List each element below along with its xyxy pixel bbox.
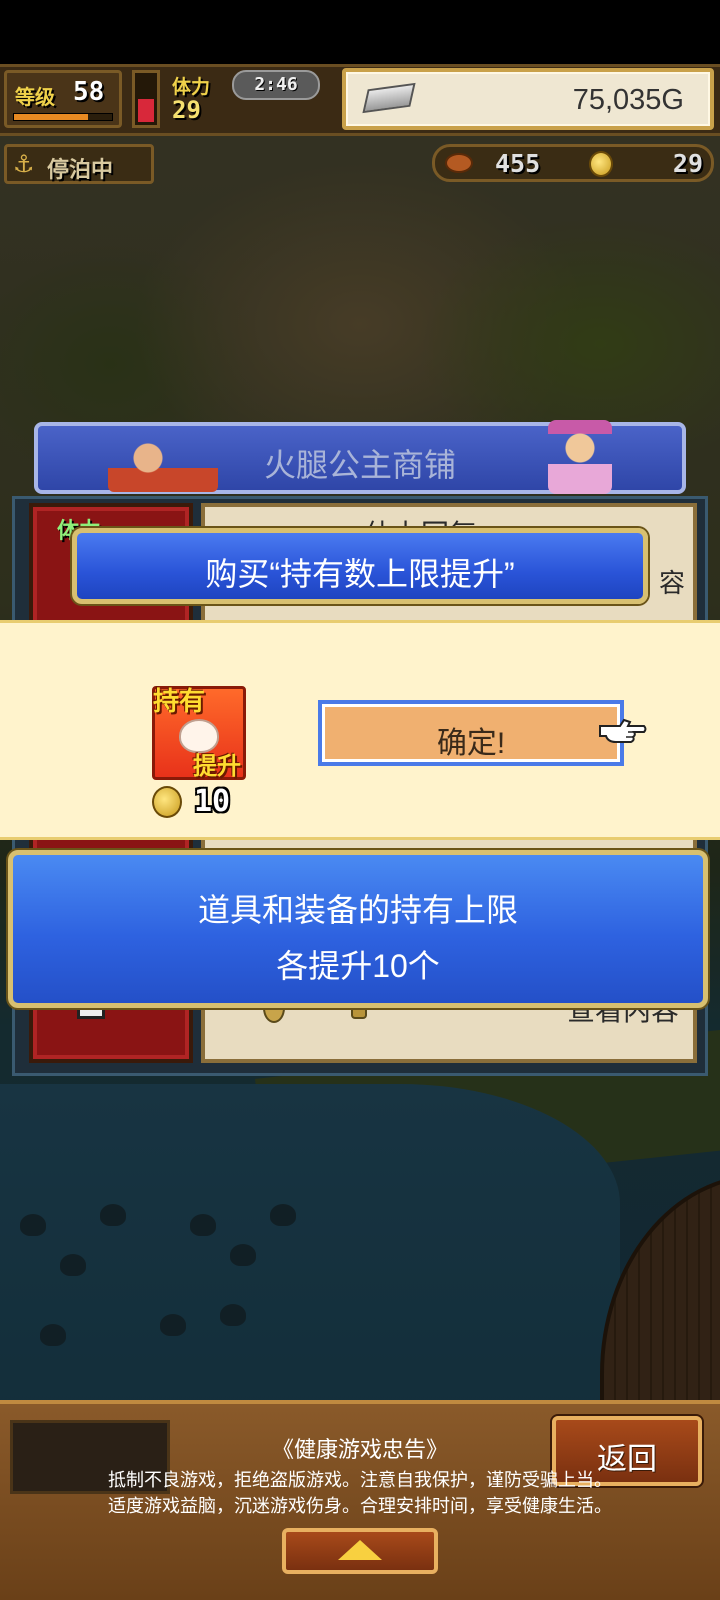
dialog-title-bar: 购买“持有数上限提升” bbox=[72, 528, 648, 604]
medal-coin-icon bbox=[589, 151, 613, 177]
xp-bar bbox=[13, 113, 113, 121]
dock-status-badge: ⚓ 停泊中 bbox=[4, 144, 154, 184]
stamina-label: 体力 bbox=[172, 76, 211, 98]
capacity-upgrade-item-icon: 持有 提升 bbox=[152, 686, 246, 780]
dialog-title: 购买“持有数上限提升” bbox=[205, 556, 515, 592]
confirm-label: 确定! bbox=[436, 727, 506, 760]
up-arrow-icon bbox=[338, 1540, 382, 1560]
anchor-icon: ⚓ bbox=[13, 150, 35, 178]
gold-value: 75,035G bbox=[572, 84, 684, 116]
level-panel: 等级 58 bbox=[4, 70, 122, 128]
stamina-value: 29 bbox=[172, 96, 201, 124]
level-label: 等级 bbox=[15, 85, 55, 109]
description-line-2: 各提升10个 bbox=[276, 948, 440, 984]
level-value: 58 bbox=[73, 77, 105, 107]
medal-count: 29 bbox=[672, 149, 703, 178]
xp-bar-fill bbox=[14, 114, 88, 120]
item-icon-text-top: 持有 bbox=[153, 687, 206, 717]
shop-item-fragment: 容 bbox=[658, 569, 685, 599]
confirm-button[interactable]: 确定! bbox=[318, 700, 624, 766]
health-notice-line-2: 适度游戏益脑，沉迷游戏伤身。合理安排时间，享受健康生活。 bbox=[108, 1496, 612, 1516]
stamina-timer: 2:46 bbox=[232, 70, 320, 100]
resource-panel: 455 29 bbox=[432, 144, 714, 182]
meat-icon bbox=[445, 153, 473, 173]
coin-icon bbox=[152, 786, 182, 818]
item-description-box: 道具和装备的持有上限 各提升10个 bbox=[8, 850, 708, 1008]
stamina-gauge bbox=[132, 70, 160, 128]
footer-panel: 返回 《健康游戏忠告》 抵制不良游戏，拒绝盗版游戏。注意自我保护，谨防受骗上当。… bbox=[0, 1400, 720, 1600]
pointing-hand-icon bbox=[599, 718, 647, 743]
health-notice-title: 《健康游戏忠告》 bbox=[271, 1437, 448, 1462]
item-cost: 10 bbox=[194, 784, 231, 819]
description-line-1: 道具和装备的持有上限 bbox=[197, 892, 518, 928]
ham-princess-sprite bbox=[548, 420, 612, 494]
shop-header: 火腿公主商铺 bbox=[34, 420, 686, 494]
status-bar bbox=[0, 0, 720, 64]
expand-menu-button[interactable] bbox=[282, 1528, 438, 1574]
food-count: 455 bbox=[495, 149, 541, 178]
health-notice-line-1: 抵制不良游戏，拒绝盗版游戏。注意自我保护，谨防受骗上当。 bbox=[108, 1470, 612, 1490]
stamina-gauge-fill bbox=[138, 99, 154, 122]
item-icon-text-bottom: 提升 bbox=[193, 752, 241, 780]
gold-panel: 75,035G bbox=[342, 68, 714, 130]
dock-status-label: 停泊中 bbox=[47, 158, 114, 183]
gold-bar-icon bbox=[362, 82, 416, 114]
